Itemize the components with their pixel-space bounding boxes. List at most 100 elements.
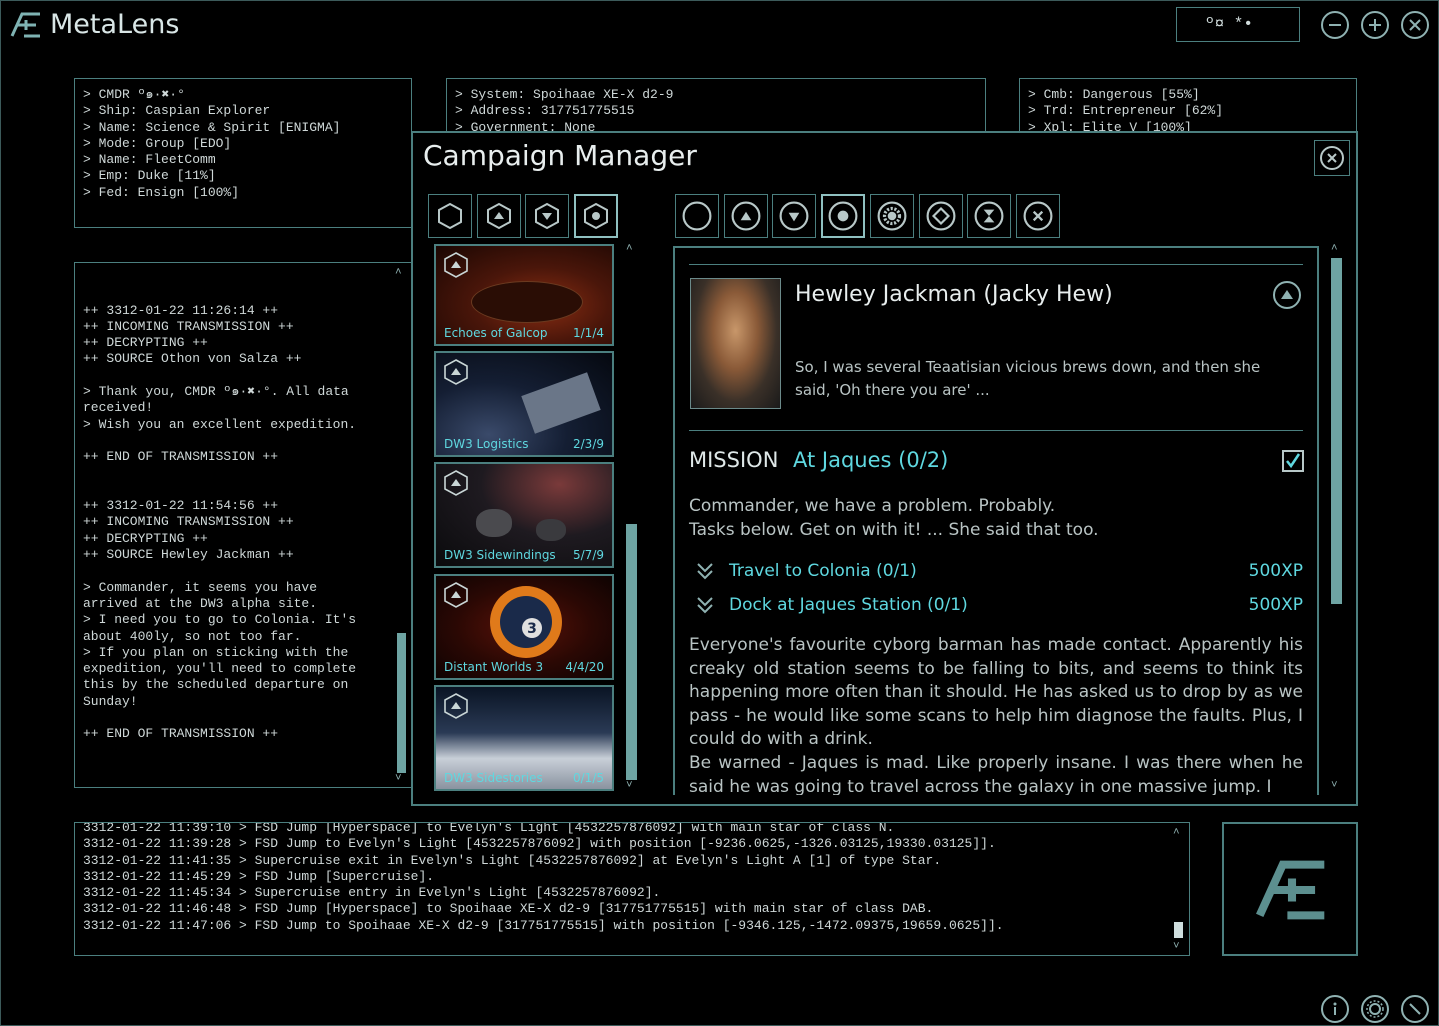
hex-star-icon xyxy=(584,202,608,230)
filter-down-button[interactable] xyxy=(525,194,569,238)
filter-up-button[interactable] xyxy=(477,194,521,238)
task-row[interactable]: Dock at Jaques Station (0/1) 500XP xyxy=(689,594,1303,620)
hex-up-icon xyxy=(487,202,511,230)
scroll-down-arrow[interactable]: ˅ xyxy=(626,780,633,792)
scroll-down-arrow[interactable]: ˅ xyxy=(1173,939,1180,955)
scrollbar-thumb[interactable] xyxy=(397,633,406,773)
transmission-line xyxy=(83,466,356,482)
dialog-close-button[interactable] xyxy=(1314,140,1350,176)
status-filter-button[interactable] xyxy=(869,194,914,238)
gear-icon xyxy=(1366,1000,1384,1018)
campaign-name: DW3 Sidewindings xyxy=(444,548,556,562)
status-filter-button[interactable] xyxy=(918,194,963,238)
status-filter-button[interactable] xyxy=(723,194,768,238)
settings-button[interactable] xyxy=(1361,995,1389,1023)
campaign-card[interactable]: Echoes of Galcop 1/1/4 xyxy=(434,244,614,346)
scroll-up-arrow[interactable]: ˄ xyxy=(626,243,633,255)
hexagon-icon xyxy=(438,202,462,230)
event-log: 3312-01-22 11:39:10 > FSD Jump [Hyperspa… xyxy=(83,823,1004,934)
minus-icon xyxy=(1329,24,1341,26)
scrollbar-thumb[interactable] xyxy=(1174,922,1183,938)
check-icon xyxy=(1286,453,1301,469)
campaign-card[interactable]: 3 Distant Worlds 3 4/4/20 xyxy=(434,574,614,680)
info-line: > CMDR º๑·✖·° xyxy=(83,87,185,102)
log-line: 3312-01-22 11:47:06 > FSD Jump to Spoiha… xyxy=(83,917,1004,933)
distant-worlds-emblem: 3 xyxy=(490,586,562,658)
scroll-up-arrow[interactable]: ˄ xyxy=(395,265,402,281)
hex-up-icon xyxy=(444,582,468,608)
transmission-line: ++ 3312-01-22 11:26:14 ++ xyxy=(83,302,279,318)
diamond-circle-icon xyxy=(926,201,955,231)
campaign-count: 2/3/9 xyxy=(573,437,604,451)
transmission-line: > Thank you, CMDR º๑·✖·°. All data xyxy=(83,384,349,400)
info-icon xyxy=(1333,1002,1337,1015)
campaign-name: Distant Worlds 3 xyxy=(444,660,544,674)
mission-checkbox[interactable] xyxy=(1282,450,1304,472)
status-filter-button[interactable] xyxy=(675,194,719,238)
empty-circle-icon xyxy=(682,201,712,231)
campaign-count: 4/4/20 xyxy=(565,660,604,674)
mission-intro: Commander, we have a problem. Probably. xyxy=(689,496,1056,516)
svg-text:3: 3 xyxy=(527,621,537,637)
task-name: Travel to Colonia (0/1) xyxy=(729,561,917,581)
transmission-panel[interactable]: ++ 3312-01-22 11:26:14 ++ ++ INCOMING TRA… xyxy=(74,262,412,788)
info-line: > Trd: Entrepreneur [62%] xyxy=(1028,103,1224,119)
close-button[interactable] xyxy=(1401,11,1429,39)
campaign-name: DW3 Logistics xyxy=(444,437,529,451)
transmission-line: > I need you to go to Colonia. It's xyxy=(83,612,357,628)
transmission-line xyxy=(83,286,356,302)
character-name: Hewley Jackman (Jacky Hew) xyxy=(795,282,1113,307)
disable-button[interactable] xyxy=(1401,995,1429,1023)
minimize-button[interactable] xyxy=(1321,11,1349,39)
mission-description: Be warned - Jaques is mad. Like properly… xyxy=(689,753,1303,795)
campaign-count: 1/1/4 xyxy=(573,326,604,340)
info-line: > Mode: Group [EDO] xyxy=(83,135,232,151)
scroll-up-arrow[interactable]: ˄ xyxy=(1331,243,1338,255)
status-filter-button[interactable] xyxy=(967,194,1012,238)
mission-label: MISSION xyxy=(689,448,779,472)
log-line: 3312-01-22 11:39:28 > FSD Jump to Evelyn… xyxy=(83,836,996,852)
scroll-down-arrow[interactable]: ˅ xyxy=(1331,780,1338,792)
campaign-card[interactable]: DW3 Sidewindings 5/7/9 xyxy=(434,462,614,568)
character-portrait xyxy=(690,278,781,409)
task-xp: 500XP xyxy=(1248,561,1303,581)
up-circle-icon xyxy=(1273,281,1301,309)
transmission-line: Sunday! xyxy=(83,693,138,709)
scroll-down-arrow[interactable]: ˅ xyxy=(395,771,402,787)
status-filter-button[interactable] xyxy=(1015,194,1060,238)
event-log-panel[interactable]: 3312-01-22 11:39:10 > FSD Jump [Hyperspa… xyxy=(74,822,1190,956)
task-row[interactable]: Travel to Colonia (0/1) 500XP xyxy=(689,560,1303,586)
star-circle-icon xyxy=(828,201,858,231)
scrollbar-thumb[interactable] xyxy=(1331,258,1342,604)
transmission-line xyxy=(83,270,356,286)
cmdr-badge[interactable]: º¤ *• xyxy=(1176,7,1300,42)
double-chevron-down-icon xyxy=(697,563,713,580)
campaign-count: 5/7/9 xyxy=(573,548,604,562)
campaign-card[interactable]: DW3 Logistics 2/3/9 xyxy=(434,351,614,457)
info-button[interactable] xyxy=(1321,995,1349,1023)
close-icon xyxy=(1320,146,1344,170)
transmission-line: > If you plan on sticking with the xyxy=(83,644,349,660)
transmission-line: ++ END OF TRANSMISSION ++ xyxy=(83,726,279,742)
filter-star-button[interactable] xyxy=(574,194,618,238)
transmission-line xyxy=(83,368,356,384)
scrollbar-thumb[interactable] xyxy=(626,524,637,780)
divider xyxy=(689,430,1303,431)
campaign-card[interactable]: DW3 Sidestories 0/1/5 xyxy=(434,685,614,791)
log-line: 3312-01-22 11:46:48 > FSD Jump [Hyperspa… xyxy=(83,901,934,917)
hex-up-icon xyxy=(444,252,468,278)
filter-all-button[interactable] xyxy=(428,194,472,238)
scroll-up-arrow[interactable]: ˄ xyxy=(1173,825,1180,841)
character-quote: So, I was several Teaatisian vicious bre… xyxy=(795,358,1261,399)
hex-down-icon xyxy=(535,202,559,230)
collapse-button[interactable] xyxy=(1272,280,1302,310)
mission-description: Everyone's favourite cyborg barman has m… xyxy=(689,635,1303,750)
log-line: 3312-01-22 11:45:34 > Supercruise entry … xyxy=(83,885,661,901)
slash-icon xyxy=(1409,1003,1421,1015)
divider xyxy=(689,264,1303,265)
mission-detail-panel: Hewley Jackman (Jacky Hew) So, I was sev… xyxy=(673,246,1319,795)
info-line: > Ship: Caspian Explorer xyxy=(83,103,271,119)
status-filter-button[interactable] xyxy=(821,194,866,238)
status-filter-button[interactable] xyxy=(772,194,817,238)
maximize-button[interactable] xyxy=(1361,11,1389,39)
